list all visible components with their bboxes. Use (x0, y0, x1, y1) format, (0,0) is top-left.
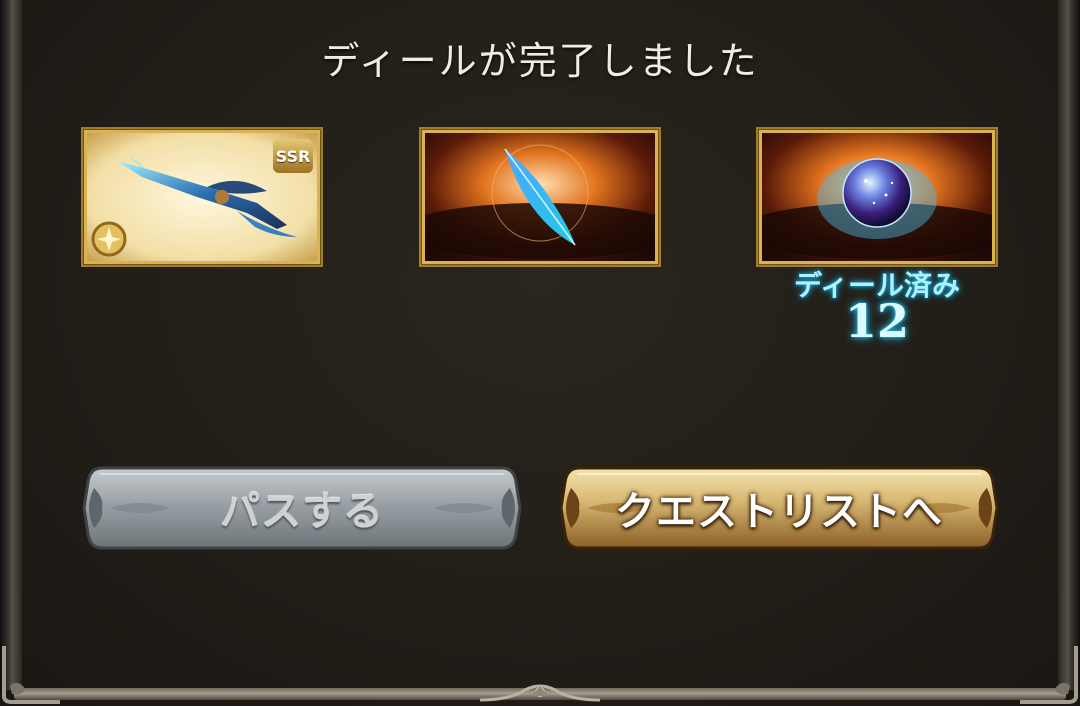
reward-card-ssr-weapon[interactable]: SSR (84, 130, 320, 264)
blue-feather-icon (425, 133, 655, 261)
dealt-count: 12 (844, 294, 909, 348)
quest-list-button-label: クエストリストへ (615, 489, 943, 535)
quest-list-button[interactable]: クエストリストへ (557, 458, 1001, 558)
corner-ornament-left (2, 646, 60, 704)
reward-card-feather[interactable] (422, 130, 658, 264)
dialog-title: ディールが完了しました (321, 39, 759, 83)
bottom-center-ornament (480, 684, 600, 702)
reward-card-orb[interactable] (759, 130, 995, 264)
corner-ornament-right (1020, 646, 1078, 704)
pass-button[interactable]: パスする (80, 458, 524, 558)
left-frame-bar (0, 0, 22, 690)
ssr-badge: SSR (273, 139, 313, 173)
right-frame-bar (1058, 0, 1080, 690)
cosmic-orb-icon (762, 133, 992, 261)
dialog-frame (0, 0, 1080, 706)
pass-button-label: パスする (220, 489, 384, 535)
